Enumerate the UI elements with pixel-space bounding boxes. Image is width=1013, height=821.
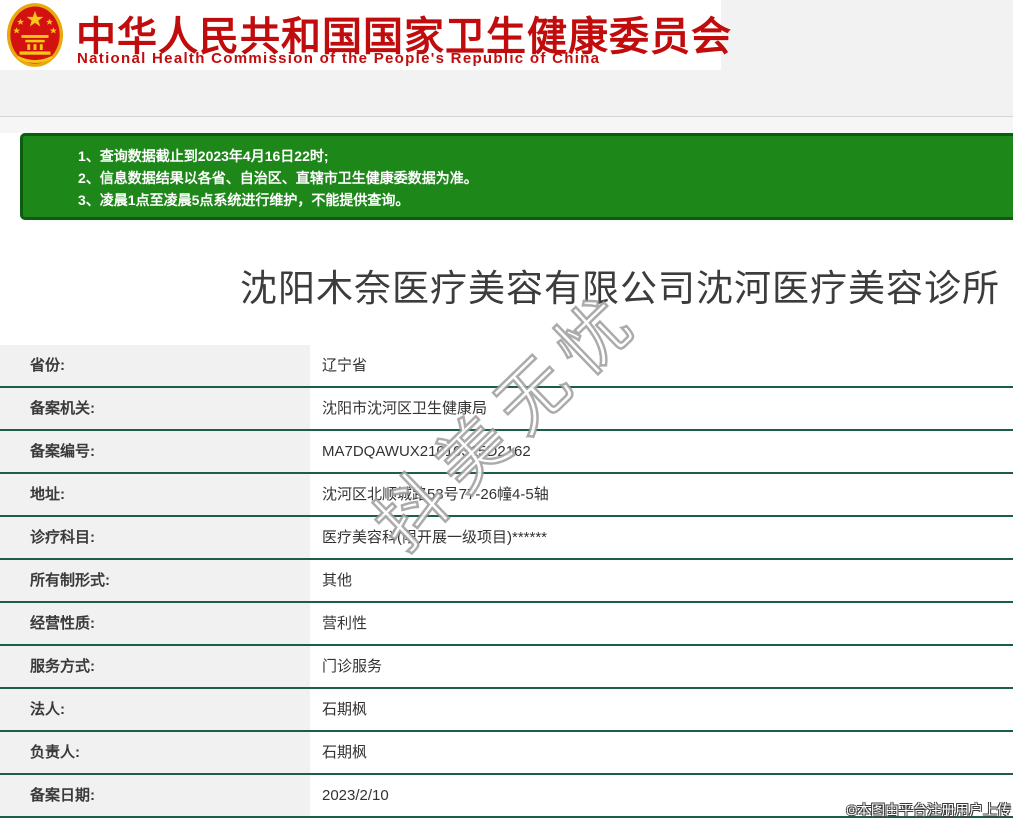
table-row-legal-person: 法人: 石期枫 <box>0 689 1013 732</box>
table-row-province: 省份: 辽宁省 <box>0 345 1013 388</box>
field-value: 石期枫 <box>322 701 368 718</box>
field-value: 沈河区北顺城路53号77-26幢4-5轴 <box>322 486 549 503</box>
china-national-emblem-icon <box>6 3 64 67</box>
table-row-ownership-form: 所有制形式: 其他 <box>0 560 1013 603</box>
notice-line-2: 2、信息数据结果以各省、自治区、直辖市卫生健康委数据为准。 <box>78 170 478 186</box>
field-value: MA7DQAWUX21010315D2162 <box>322 443 531 460</box>
upload-attribution-note: ©本图由平台注册用户上传 <box>846 802 1011 818</box>
field-label: 地址: <box>0 474 310 515</box>
notice-line-1: 1、查询数据截止到2023年4月16日22时; <box>78 148 329 164</box>
field-label: 经营性质: <box>0 603 310 644</box>
field-value: 医疗美容科(限开展一级项目)****** <box>322 529 548 546</box>
table-row-address: 地址: 沈河区北顺城路53号77-26幢4-5轴 <box>0 474 1013 517</box>
field-value: 辽宁省 <box>322 357 368 374</box>
table-row-filing-number: 备案编号: MA7DQAWUX21010315D2162 <box>0 431 1013 474</box>
notice-box: 1、查询数据截止到2023年4月16日22时; 2、信息数据结果以各省、自治区、… <box>20 133 1013 220</box>
field-label: 备案机关: <box>0 388 310 429</box>
site-title-english: National Health Commission of the People… <box>77 50 601 67</box>
site-header: 中华人民共和国国家卫生健康委员会 National Health Commiss… <box>0 0 731 70</box>
field-label: 备案日期: <box>0 775 310 816</box>
field-label: 所有制形式: <box>0 560 310 601</box>
table-row-filing-authority: 备案机关: 沈阳市沈河区卫生健康局 <box>0 388 1013 431</box>
field-label: 服务方式: <box>0 646 310 687</box>
sub-grey-band <box>0 117 1013 133</box>
table-row-treatment-subjects: 诊疗科目: 医疗美容科(限开展一级项目)****** <box>0 517 1013 560</box>
field-label: 省份: <box>0 345 310 386</box>
page: 中华人民共和国国家卫生健康委员会 National Health Commiss… <box>0 0 1013 821</box>
field-value: 石期枫 <box>322 744 368 761</box>
field-label: 负责人: <box>0 732 310 773</box>
field-value: 其他 <box>322 572 353 589</box>
field-label: 法人: <box>0 689 310 730</box>
field-value: 门诊服务 <box>322 658 383 675</box>
field-value: 沈阳市沈河区卫生健康局 <box>322 400 488 417</box>
field-label: 备案编号: <box>0 431 310 472</box>
institution-name-title: 沈阳木奈医疗美容有限公司沈河医疗美容诊所 <box>240 268 1000 309</box>
field-label: 诊疗科目: <box>0 517 310 558</box>
notice-line-3: 3、凌晨1点至凌晨5点系统进行维护，不能提供查询。 <box>78 192 410 208</box>
record-table: 省份: 辽宁省 备案机关: 沈阳市沈河区卫生健康局 备案编号: MA7DQAWU… <box>0 345 1013 818</box>
table-row-service-mode: 服务方式: 门诊服务 <box>0 646 1013 689</box>
field-value: 营利性 <box>322 615 368 632</box>
table-row-person-in-charge: 负责人: 石期枫 <box>0 732 1013 775</box>
table-row-business-nature: 经营性质: 营利性 <box>0 603 1013 646</box>
